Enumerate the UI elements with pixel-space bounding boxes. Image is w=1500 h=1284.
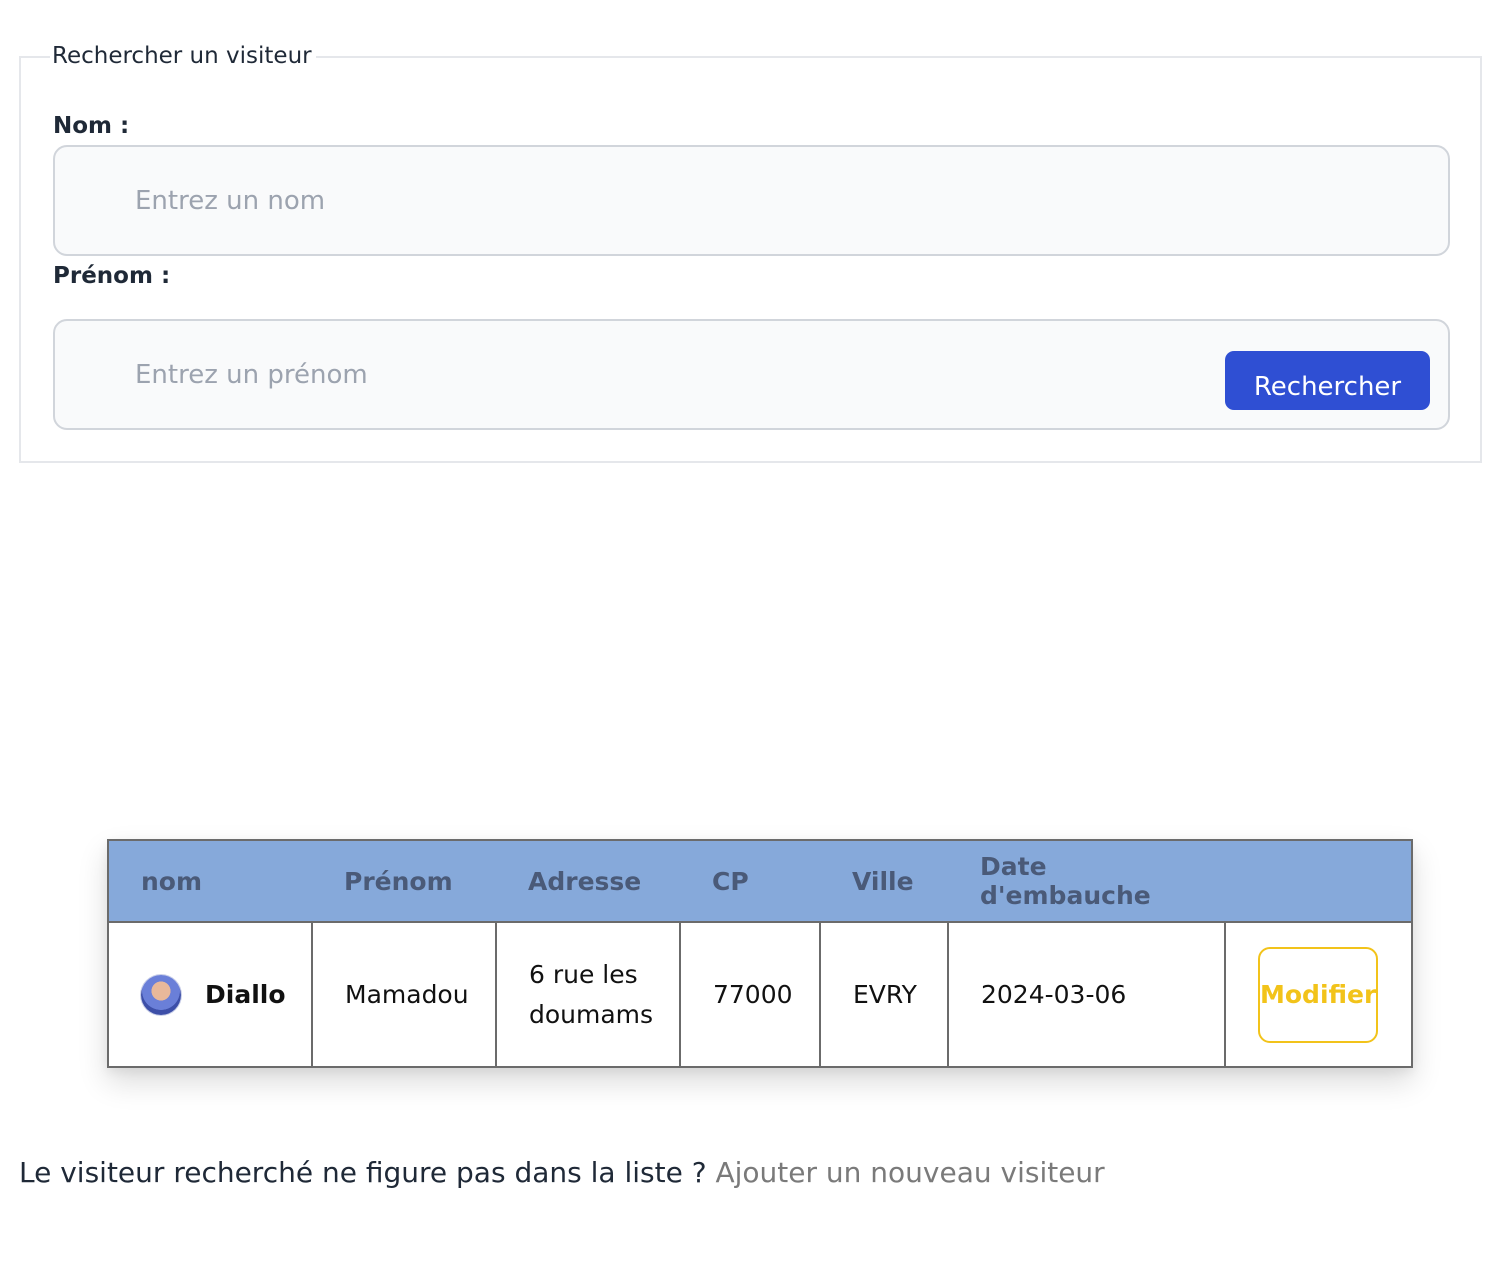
nom-label: Nom : [53, 113, 130, 139]
cell-nom: Diallo [108, 921, 313, 1068]
edit-button[interactable]: Modifier [1258, 946, 1378, 1043]
cell-adresse: 6 rue les doumams [495, 921, 681, 1068]
visitors-table: nom Prénom Adresse CP Ville Date d'embau… [107, 839, 1413, 1068]
search-button[interactable]: Rechercher [1225, 351, 1430, 410]
table-header: nom Prénom Adresse CP Ville Date d'embau… [108, 840, 1412, 922]
page: Rechercher un visiteur Nom : Prénom : Re… [0, 0, 1500, 1284]
prenom-label: Prénom : [53, 263, 171, 289]
nom-input[interactable] [135, 147, 1185, 254]
footer-line: Le visiteur recherché ne figure pas dans… [19, 1153, 1105, 1193]
name-cell-content: Diallo [141, 974, 311, 1015]
column-header-ville: Ville [852, 866, 914, 896]
cell-cp: 77000 [679, 921, 821, 1068]
add-visitor-link[interactable]: Ajouter un nouveau visiteur [715, 1156, 1104, 1189]
prenom-input[interactable] [135, 321, 1185, 428]
column-header-prenom: Prénom [344, 866, 453, 896]
table-header-row: nom Prénom Adresse CP Ville Date d'embau… [108, 840, 1412, 922]
column-header-nom: nom [141, 866, 203, 896]
footer-question: Le visiteur recherché ne figure pas dans… [19, 1156, 707, 1189]
search-legend: Rechercher un visiteur [50, 40, 316, 72]
column-header-cp: CP [712, 866, 749, 896]
column-header-actions [1225, 840, 1412, 922]
column-header-date-embauche: Date d'embauche [980, 852, 1151, 910]
cell-ville: EVRY [819, 921, 949, 1068]
cell-actions: Modifier [1224, 921, 1412, 1068]
cell-date-embauche: 2024-03-06 [947, 921, 1226, 1068]
cell-prenom: Mamadou [311, 921, 497, 1068]
visitor-nom: Diallo [205, 979, 286, 1009]
nom-input-wrapper [53, 145, 1450, 256]
table-row: Diallo Mamadou 6 rue les doumams 77000 E… [108, 921, 1412, 1068]
column-header-adresse: Adresse [528, 866, 642, 896]
table-body: Diallo Mamadou 6 rue les doumams 77000 E… [108, 921, 1412, 1068]
avatar-icon [141, 974, 181, 1015]
